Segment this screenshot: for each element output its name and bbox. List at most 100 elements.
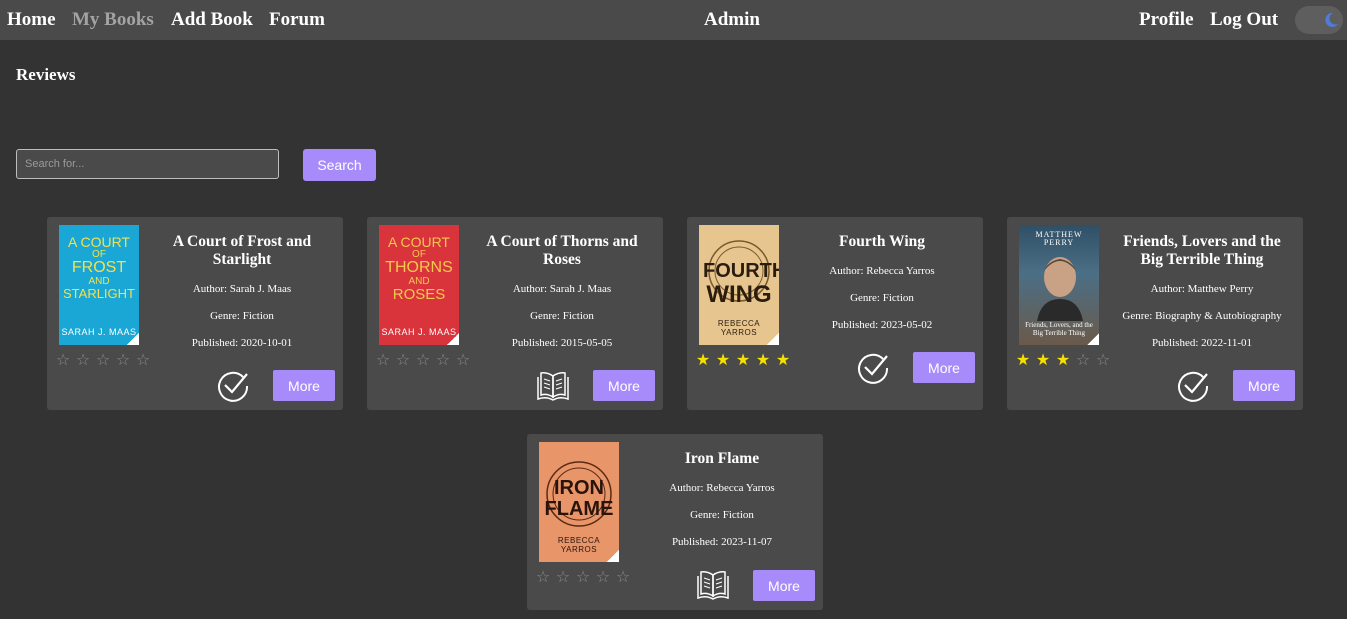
cover-title: A COURT OF THORNS AND ROSES: [385, 234, 453, 304]
star-rating[interactable]: ☆ ☆ ☆ ☆ ☆: [55, 352, 155, 368]
book-info: A Court of Frost and Starlight Author: S…: [165, 233, 319, 350]
nav-home-link[interactable]: Home: [7, 9, 56, 31]
star-empty-icon[interactable]: ☆: [1095, 352, 1111, 368]
page-curl: [607, 550, 619, 562]
star-empty-icon[interactable]: ☆: [415, 352, 431, 368]
nav-username: Admin: [704, 9, 760, 30]
book-author: Author: Rebecca Yarros: [829, 265, 935, 277]
cover-author: SARAH J. MAAS: [61, 327, 137, 337]
book-published: Published: 2023-11-07: [671, 536, 773, 548]
page-curl: [127, 333, 139, 345]
star-filled-icon[interactable]: ★: [695, 352, 711, 368]
search-button[interactable]: Search: [303, 149, 376, 181]
star-rating[interactable]: ☆ ☆ ☆ ☆ ☆: [375, 352, 475, 368]
book-cover[interactable]: A COURT OF THORNS AND ROSES SARAH J. MAA…: [379, 225, 459, 345]
star-rating[interactable]: ★ ★ ★ ☆ ☆: [1015, 352, 1115, 368]
more-button[interactable]: More: [1233, 370, 1295, 401]
star-filled-icon[interactable]: ★: [1035, 352, 1051, 368]
book-card: FOURTH WING REBECCA YARROS ★ ★ ★ ★ ★ Fourth …: [687, 217, 983, 410]
checkmark-circle-icon[interactable]: [215, 368, 251, 404]
more-button[interactable]: More: [913, 352, 975, 383]
star-empty-icon[interactable]: ☆: [375, 352, 391, 368]
open-book-icon[interactable]: [535, 369, 571, 403]
star-empty-icon[interactable]: ☆: [95, 352, 111, 368]
star-filled-icon[interactable]: ★: [755, 352, 771, 368]
star-empty-icon[interactable]: ☆: [615, 569, 631, 585]
book-genre: Genre: Fiction: [690, 509, 754, 521]
book-cover[interactable]: FOURTH WING REBECCA YARROS: [699, 225, 779, 345]
star-empty-icon[interactable]: ☆: [395, 352, 411, 368]
star-empty-icon[interactable]: ☆: [435, 352, 451, 368]
star-empty-icon[interactable]: ☆: [1075, 352, 1091, 368]
open-book-icon[interactable]: [695, 568, 731, 602]
book-info: Friends, Lovers and the Big Terrible Thi…: [1119, 233, 1285, 350]
theme-toggle[interactable]: [1295, 6, 1343, 34]
book-card: IRON FLAME REBECCA YARROS ☆ ☆ ☆ ☆ ☆ Iron Fla…: [527, 434, 823, 610]
star-rating[interactable]: ☆ ☆ ☆ ☆ ☆: [535, 569, 635, 585]
book-published: Published: 2015-05-05: [511, 337, 613, 349]
star-empty-icon[interactable]: ☆: [75, 352, 91, 368]
book-genre: Genre: Fiction: [850, 292, 914, 304]
book-info: A Court of Thorns and Roses Author: Sara…: [485, 233, 639, 350]
book-title: Fourth Wing: [839, 233, 925, 250]
nav-add-book-link[interactable]: Add Book: [171, 9, 253, 31]
star-filled-icon[interactable]: ★: [775, 352, 791, 368]
cover-author: REBECCA YARROS: [717, 319, 761, 337]
star-empty-icon[interactable]: ☆: [115, 352, 131, 368]
star-filled-icon[interactable]: ★: [715, 352, 731, 368]
cover-title: FOURTH WING: [703, 260, 779, 308]
author-portrait: [1037, 257, 1083, 321]
book-info: Iron Flame Author: Rebecca Yarros Genre:…: [645, 450, 799, 549]
search-input[interactable]: [16, 149, 279, 179]
more-button[interactable]: More: [753, 570, 815, 601]
star-filled-icon[interactable]: ★: [1055, 352, 1071, 368]
cover-title: MATTHEW PERRY: [1035, 230, 1083, 248]
nav-profile-link[interactable]: Profile: [1139, 9, 1194, 31]
navbar: Home My Books Add Book Forum Admin Profi…: [0, 0, 1347, 40]
checkmark-circle-icon[interactable]: [855, 350, 891, 386]
moon-icon: [1325, 12, 1338, 27]
book-info: Fourth Wing Author: Rebecca Yarros Genre…: [805, 233, 959, 332]
page-curl: [1087, 333, 1099, 345]
book-author: Author: Sarah J. Maas: [192, 283, 292, 295]
book-author: Author: Matthew Perry: [1150, 283, 1254, 295]
book-published: Published: 2020-10-01: [191, 337, 293, 349]
star-empty-icon[interactable]: ☆: [535, 569, 551, 585]
star-filled-icon[interactable]: ★: [735, 352, 751, 368]
book-title: A Court of Thorns and Roses: [486, 233, 638, 268]
page-title: Reviews: [16, 65, 76, 84]
book-cover[interactable]: IRON FLAME REBECCA YARROS: [539, 442, 619, 562]
book-genre: Genre: Fiction: [210, 310, 274, 322]
checkmark-circle-icon[interactable]: [1175, 368, 1211, 404]
star-empty-icon[interactable]: ☆: [575, 569, 591, 585]
page-curl: [767, 333, 779, 345]
book-author: Author: Sarah J. Maas: [512, 283, 612, 295]
nav-forum-link[interactable]: Forum: [269, 9, 325, 31]
star-empty-icon[interactable]: ☆: [455, 352, 471, 368]
book-author: Author: Rebecca Yarros: [669, 482, 775, 494]
book-card: MATTHEW PERRY Friends, Lovers, and the B…: [1007, 217, 1303, 410]
star-rating[interactable]: ★ ★ ★ ★ ★: [695, 352, 795, 368]
book-card: A COURT OF THORNS AND ROSES SARAH J. MAA…: [367, 217, 663, 410]
nav-my-books-link[interactable]: My Books: [72, 9, 154, 31]
book-title: A Court of Frost and Starlight: [172, 233, 312, 268]
star-empty-icon[interactable]: ☆: [555, 569, 571, 585]
star-empty-icon[interactable]: ☆: [135, 352, 151, 368]
book-cover[interactable]: A COURT OF FROST AND STARLIGHT SARAH J. …: [59, 225, 139, 345]
book-cover[interactable]: MATTHEW PERRY Friends, Lovers, and the B…: [1019, 225, 1099, 345]
star-empty-icon[interactable]: ☆: [55, 352, 71, 368]
cover-author: Friends, Lovers, and the Big Terrible Th…: [1025, 321, 1093, 337]
book-title: Iron Flame: [684, 450, 760, 467]
book-genre: Genre: Biography & Autobiography: [1122, 310, 1282, 322]
star-empty-icon[interactable]: ☆: [595, 569, 611, 585]
book-genre: Genre: Fiction: [530, 310, 594, 322]
cover-author: REBECCA YARROS: [557, 536, 601, 554]
more-button[interactable]: More: [273, 370, 335, 401]
more-button[interactable]: More: [593, 370, 655, 401]
cover-author: SARAH J. MAAS: [381, 327, 457, 337]
page-curl: [447, 333, 459, 345]
nav-logout-link[interactable]: Log Out: [1210, 9, 1278, 31]
cover-title: IRON FLAME: [544, 477, 614, 520]
cover-title: A COURT OF FROST AND STARLIGHT: [63, 234, 135, 302]
star-filled-icon[interactable]: ★: [1015, 352, 1031, 368]
